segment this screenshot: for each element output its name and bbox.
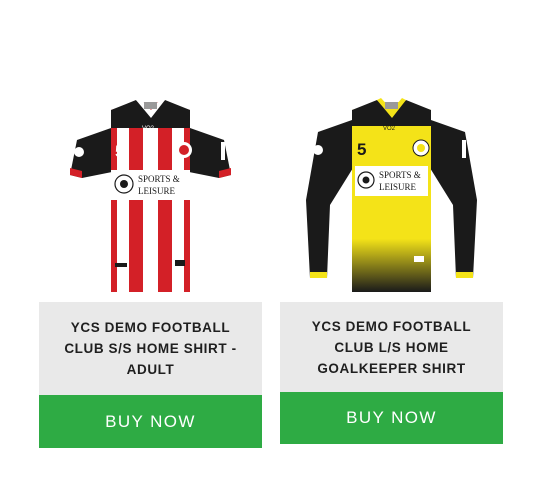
product-image-goalkeeper-shirt[interactable]: SPORTS & LEISURE 5 VO2 xyxy=(280,80,503,302)
product-card-home-shirt: SPORTS & LEISURE 5 VO2 YCS DEMO FOOTBALL… xyxy=(39,80,262,448)
shirt-number: 5 xyxy=(357,140,366,159)
sponsor-text-2: LEISURE xyxy=(379,182,417,192)
product-card-goalkeeper-shirt: SPORTS & LEISURE 5 VO2 YCS DEMO FOOTBALL… xyxy=(280,80,503,444)
sponsor-text-1: SPORTS & xyxy=(138,174,180,184)
product-name-box: YCS DEMO FOOTBALL CLUB L/S HOME GOALKEEP… xyxy=(280,302,503,392)
product-name[interactable]: YCS DEMO FOOTBALL CLUB L/S HOME GOALKEEP… xyxy=(298,316,485,379)
brand-logo: VO2 xyxy=(142,126,155,132)
product-image-home-shirt[interactable]: SPORTS & LEISURE 5 VO2 xyxy=(39,80,262,302)
brand-logo: VO2 xyxy=(383,126,396,132)
product-name-box: YCS DEMO FOOTBALL CLUB S/S HOME SHIRT - … xyxy=(39,302,262,395)
sponsor-text-1: SPORTS & xyxy=(379,170,421,180)
long-sleeve-shirt-image: SPORTS & LEISURE 5 VO2 xyxy=(306,98,477,292)
shirt-number: 5 xyxy=(115,142,124,161)
product-name[interactable]: YCS DEMO FOOTBALL CLUB S/S HOME SHIRT - … xyxy=(57,317,244,380)
short-sleeve-shirt-image: SPORTS & LEISURE 5 VO2 xyxy=(70,98,231,292)
buy-now-button[interactable]: BUY NOW xyxy=(39,395,262,448)
buy-now-button[interactable]: BUY NOW xyxy=(280,392,503,444)
sponsor-text-2: LEISURE xyxy=(138,186,176,196)
